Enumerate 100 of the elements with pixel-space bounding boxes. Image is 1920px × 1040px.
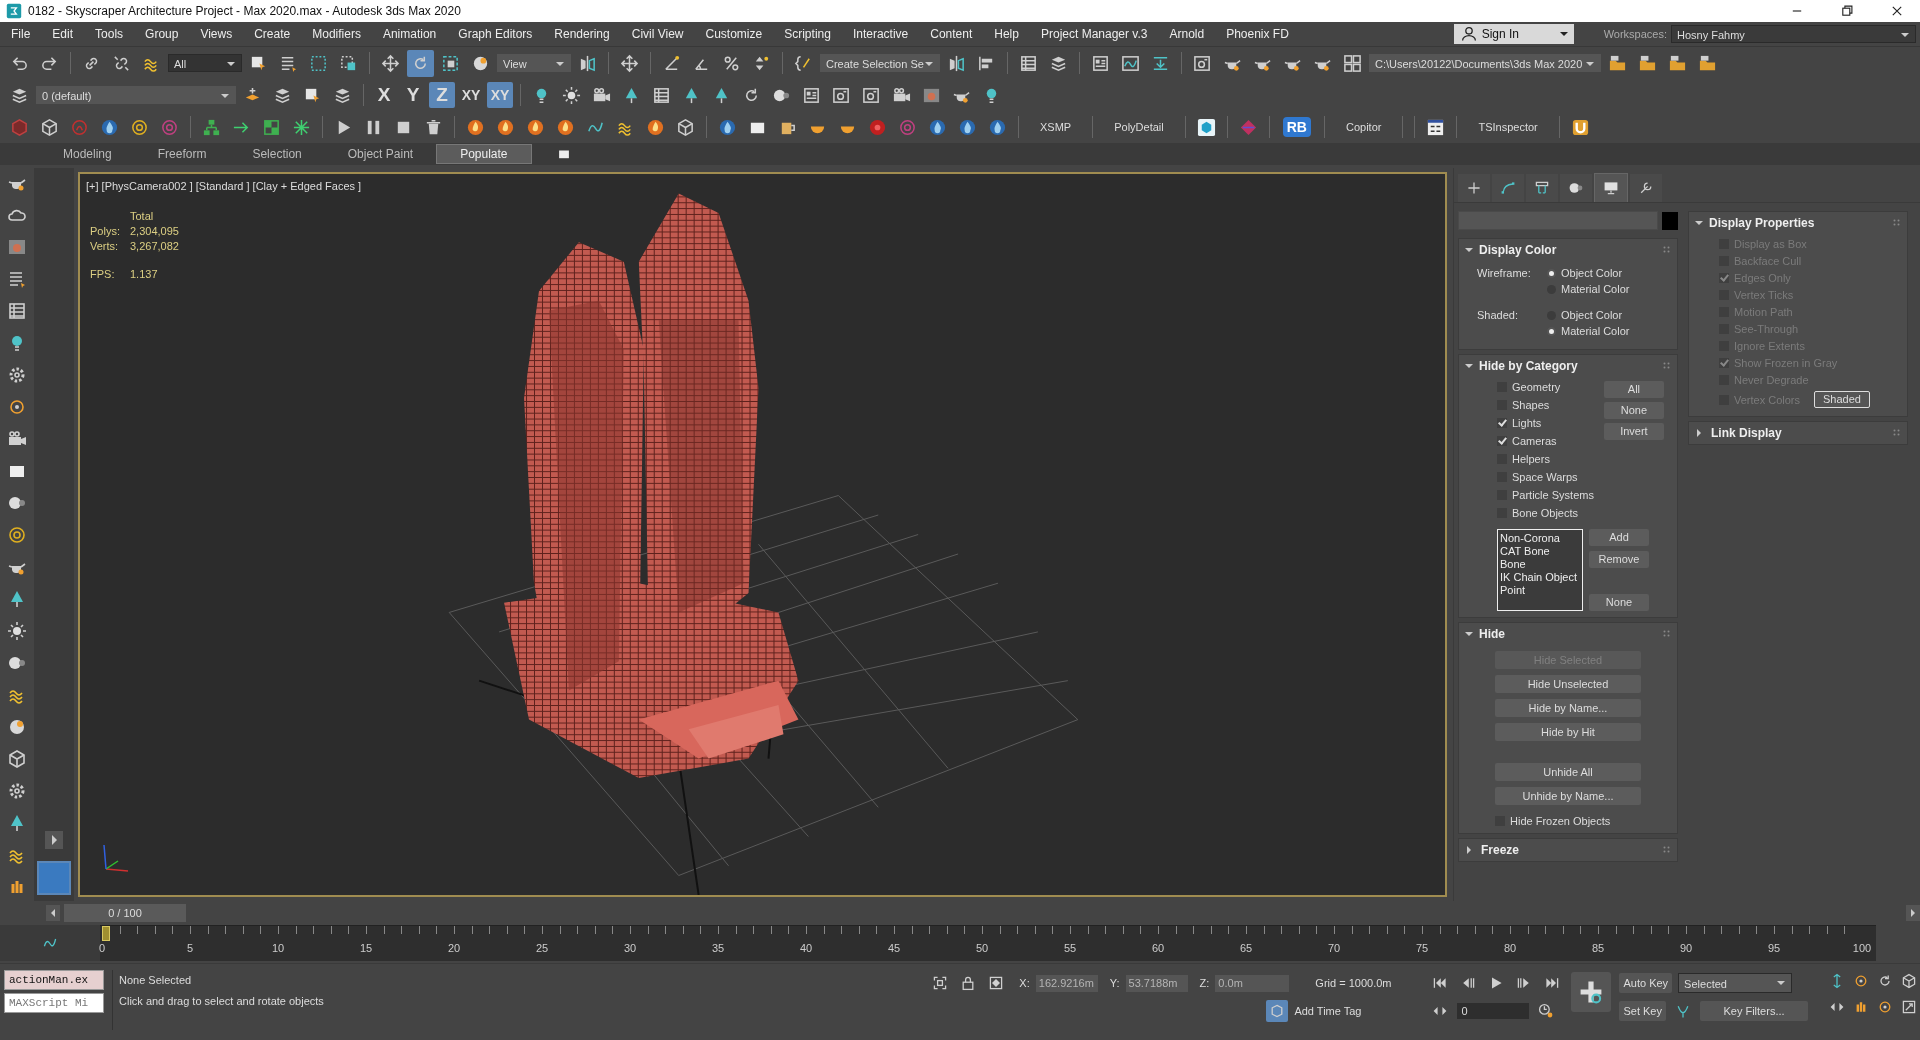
menu-item[interactable]: Tools [84,27,135,41]
ribbon-tab[interactable]: Object Paint [324,145,437,163]
menu-item[interactable]: Help [983,27,1030,41]
list-item[interactable]: Point [1500,584,1580,597]
coordinate-field[interactable]: 162.9216m [1035,974,1098,992]
axis-button[interactable]: X [371,82,397,108]
viewport-label[interactable]: [+] [PhysCamera002 ] [Standard ] [Clay + Edged Faces ] [86,180,362,192]
set-keys-button[interactable] [1571,972,1612,1012]
menu-item[interactable]: Views [189,27,244,41]
panel-button[interactable]: Hide by Name... [1495,699,1641,717]
menu-item[interactable]: Group [134,27,190,41]
timeline-ruler[interactable]: 0 5 10 15 20 25 30 35 40 45 50 55 60 65 70 75 80 85 90 95 100 [100,925,1876,961]
frame-field[interactable]: 0 [1457,1003,1530,1019]
grip-icon[interactable] [1663,246,1671,254]
viewport-thumbnail[interactable] [37,861,71,895]
workspace-dropdown[interactable]: Hosny Fahmy [1671,25,1916,43]
checkbox[interactable]: Hide Frozen Objects [1495,815,1641,827]
menu-item[interactable]: Rendering [543,27,621,41]
panel-button[interactable]: None [1589,594,1649,611]
panel-button[interactable]: Add [1589,529,1649,546]
panel-button[interactable]: Hide Unselected [1495,675,1641,693]
panel-button[interactable]: All [1603,381,1664,398]
coordinate-field[interactable]: 53.7188m [1125,974,1188,992]
checkbox[interactable]: Space Warps [1497,471,1594,483]
command-panel-tab[interactable] [1492,174,1524,202]
panel-button[interactable]: Unhide by Name... [1495,787,1641,805]
list-item[interactable]: Bone [1500,558,1580,571]
menu-item[interactable]: Animation [371,27,448,41]
ribbon-tab[interactable]: Modeling [40,145,135,163]
script-listener-field[interactable]: MAXScript Mi [4,993,104,1013]
grip-icon[interactable] [1663,362,1671,370]
add-time-tag-button[interactable]: Add Time Tag [1266,1000,1362,1022]
plugin-button[interactable]: PolyDetail [1100,121,1178,133]
menu-item[interactable]: Graph Editors [447,27,544,41]
radio-button[interactable]: Object Color [1547,309,1677,321]
key-filters-button[interactable]: Key Filters... [1700,1001,1808,1021]
time-slider[interactable]: 0 / 100 [64,904,186,922]
axis-button[interactable]: XY [458,82,484,108]
category-list[interactable]: Non-Corona CAT Bone Bone IK Chain Object Point [1497,529,1583,611]
command-panel-tab[interactable] [1594,173,1628,202]
named-selection-dropdown[interactable]: Create Selection Se [820,54,940,72]
panel-button[interactable]: Remove [1589,551,1649,568]
layer-dropdown[interactable]: 0 (default) [36,86,236,104]
checkbox[interactable]: Lights [1497,417,1594,429]
checkbox[interactable]: Cameras [1497,435,1594,447]
menu-item[interactable]: Edit [41,27,85,41]
next-button[interactable] [1906,905,1920,921]
plugin-button[interactable]: Copitor [1331,121,1396,133]
rollout-title[interactable]: Hide [1479,627,1657,641]
menu-item[interactable]: Phoenix FD [1215,27,1300,41]
radio-button[interactable]: Object Color [1547,267,1677,279]
ribbon-tab[interactable]: Freeform [134,145,230,163]
checkbox[interactable]: Particle Systems [1497,489,1594,501]
key-mode-dropdown[interactable]: Selected [1678,973,1793,993]
checkbox[interactable]: Bone Objects [1497,507,1594,519]
expand-button[interactable] [45,831,63,849]
script-listener-field[interactable]: actionMan.ex [4,970,104,990]
time-marker[interactable] [102,926,110,941]
menu-item[interactable]: Interactive [841,27,920,41]
reference-coordinate-dropdown[interactable]: View [497,54,571,72]
set-key-button[interactable]: Set Key [1619,1001,1666,1021]
sign-in-dropdown[interactable]: Sign In [1453,24,1574,44]
radio-button[interactable]: Material Color [1547,283,1677,295]
command-panel-tab[interactable] [1458,174,1490,202]
grip-icon[interactable] [1893,429,1901,437]
grip-icon[interactable] [1663,846,1671,854]
rollout-title[interactable]: Display Properties [1709,216,1887,230]
command-panel-tab[interactable] [1560,174,1592,202]
panel-button[interactable]: Invert [1603,423,1664,440]
rollout-title[interactable]: Hide by Category [1479,359,1657,373]
auto-key-button[interactable]: Auto Key [1619,973,1673,993]
list-item[interactable]: IK Chain Object [1500,571,1580,584]
color-swatch[interactable] [1662,211,1678,230]
checkbox[interactable]: Helpers [1497,453,1594,465]
selection-filter-dropdown[interactable]: All [168,54,242,72]
list-item[interactable]: Non-Corona [1500,532,1580,545]
plugin-button[interactable]: TSInspector [1464,121,1552,133]
grip-icon[interactable] [1893,219,1901,227]
menu-item[interactable]: Create [243,27,302,41]
checkbox[interactable]: Geometry [1497,381,1594,393]
rollout-title[interactable]: Display Color [1479,243,1657,257]
menu-item[interactable]: Project Manager v.3 [1029,27,1159,41]
panel-button[interactable]: None [1603,402,1664,419]
menu-item[interactable]: File [0,27,42,41]
axis-button[interactable]: Y [400,82,426,108]
command-panel-tab[interactable] [1630,174,1662,202]
project-path-dropdown[interactable]: C:\Users\20122\Documents\3ds Max 2020 [1369,54,1601,72]
panel-button[interactable]: Shaded [1814,391,1870,408]
checkbox[interactable]: Shapes [1497,399,1594,411]
previous-button[interactable] [46,905,60,921]
radio-button[interactable]: Material Color [1547,325,1677,337]
rotate-icon[interactable] [407,49,434,77]
panel-button[interactable]: Unhide All [1495,763,1641,781]
list-item[interactable]: CAT Bone [1500,545,1580,558]
coordinate-field[interactable]: 0.0m [1215,974,1290,992]
menu-item[interactable]: Modifiers [301,27,372,41]
viewport[interactable]: [+] [PhysCamera002 ] [Standard ] [Clay + Edged Faces ] Total Polys: 2,304,095 Verts: 3,267,082 FPS: 1.137 [78,172,1447,897]
command-panel-tab[interactable] [1526,174,1558,202]
menu-item[interactable]: Civil View [620,27,695,41]
menu-item[interactable]: Arnold [1158,27,1216,41]
